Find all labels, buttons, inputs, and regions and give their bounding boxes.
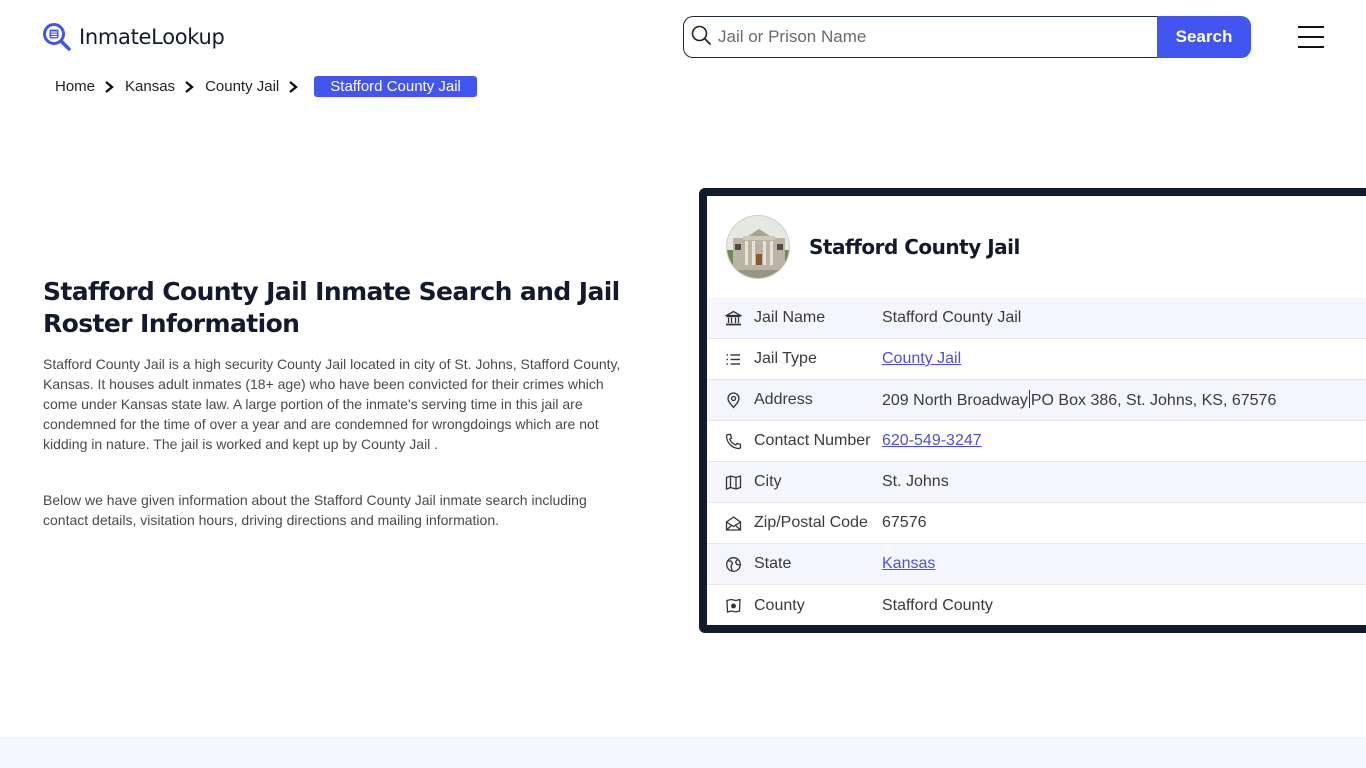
- mail-open-icon: [724, 514, 742, 532]
- jail-type-link[interactable]: County Jail: [882, 350, 961, 367]
- map-pin-icon: [724, 391, 742, 409]
- page-title: Stafford County Jail Inmate Search and J…: [43, 277, 620, 338]
- address-separator: [1028, 390, 1030, 408]
- info-row-city: City St. Johns: [707, 462, 1366, 503]
- logo-text: InmateLookup: [79, 25, 225, 49]
- info-row-state: State Kansas: [707, 544, 1366, 585]
- breadcrumb-county-jail[interactable]: County Jail: [205, 78, 279, 95]
- chevron-right-icon: [184, 80, 196, 93]
- jail-info-card: Stafford County Jail Jail Name Stafford …: [699, 188, 1366, 633]
- row-value: 620-549-3247: [882, 432, 982, 450]
- row-value: Stafford County: [882, 596, 993, 614]
- globe-icon: [724, 555, 742, 573]
- row-value: St. Johns: [882, 473, 949, 490]
- search-input[interactable]: [712, 27, 1157, 47]
- row-label: Contact Number: [754, 432, 871, 449]
- row-label: State: [754, 555, 792, 572]
- chevron-right-icon: [104, 80, 116, 93]
- intro-paragraph: Stafford County Jail is a high security …: [43, 356, 621, 452]
- row-label: Jail Name: [754, 309, 826, 326]
- search-icon: [690, 24, 712, 51]
- menu-line: [1298, 46, 1324, 48]
- info-row-zip: Zip/Postal Code 67576: [707, 503, 1366, 544]
- info-row-contact: Contact Number 620-549-3247: [707, 421, 1366, 462]
- search-button[interactable]: Search: [1157, 16, 1251, 58]
- row-value: County Jail: [882, 350, 961, 368]
- row-label: City: [754, 473, 782, 490]
- map-icon: [724, 473, 742, 491]
- address-street: 209 North Broadway: [882, 392, 1028, 409]
- search-box: [683, 16, 1157, 58]
- card-header: Stafford County Jail: [707, 196, 1366, 298]
- magnifier-document-icon: [42, 22, 72, 52]
- row-label: Address: [754, 391, 813, 408]
- row-value: Kansas: [882, 555, 935, 573]
- info-row-jail-name: Jail Name Stafford County Jail: [707, 298, 1366, 339]
- row-value: 209 North Broadway PO Box 386, St. Johns,…: [882, 390, 1276, 410]
- search-form: Search: [683, 16, 1251, 58]
- row-label: County: [754, 596, 805, 614]
- breadcrumb: Home Kansas County Jail Stafford County …: [55, 76, 477, 97]
- row-label: Zip/Postal Code: [754, 514, 868, 531]
- menu-line: [1298, 26, 1324, 28]
- info-row-address: Address 209 North Broadway PO Box 386, St…: [707, 380, 1366, 421]
- info-table: Jail Name Stafford County Jail Jail Type…: [707, 298, 1366, 626]
- courthouse-photo: [726, 215, 790, 279]
- row-value: Stafford County Jail: [882, 309, 1022, 326]
- logo[interactable]: InmateLookup: [42, 22, 225, 52]
- bank-building-icon: [724, 309, 742, 327]
- info-row-jail-type: Jail Type County Jail: [707, 339, 1366, 380]
- phone-icon: [724, 432, 742, 450]
- breadcrumb-current: Stafford County Jail: [314, 76, 477, 97]
- state-link[interactable]: Kansas: [882, 555, 935, 572]
- address-po-box: PO Box 386, St. Johns, KS, 67576: [1030, 392, 1277, 409]
- card-title: Stafford County Jail: [809, 235, 1020, 259]
- county-map-icon: [724, 597, 742, 615]
- chevron-right-icon: [288, 80, 300, 93]
- list-icon: [724, 350, 742, 368]
- phone-link[interactable]: 620-549-3247: [882, 432, 982, 449]
- breadcrumb-kansas[interactable]: Kansas: [125, 78, 175, 95]
- card-body: Stafford County Jail Jail Name Stafford …: [707, 196, 1366, 625]
- menu-line: [1298, 36, 1324, 38]
- row-label: Jail Type: [754, 350, 817, 367]
- hamburger-menu-icon[interactable]: [1298, 26, 1324, 48]
- row-value: 67576: [882, 514, 927, 531]
- breadcrumb-home[interactable]: Home: [55, 78, 95, 95]
- footer-band: [0, 737, 1366, 768]
- info-row-county: County Stafford County: [707, 585, 1366, 626]
- info-paragraph: Below we have given information about th…: [43, 492, 587, 528]
